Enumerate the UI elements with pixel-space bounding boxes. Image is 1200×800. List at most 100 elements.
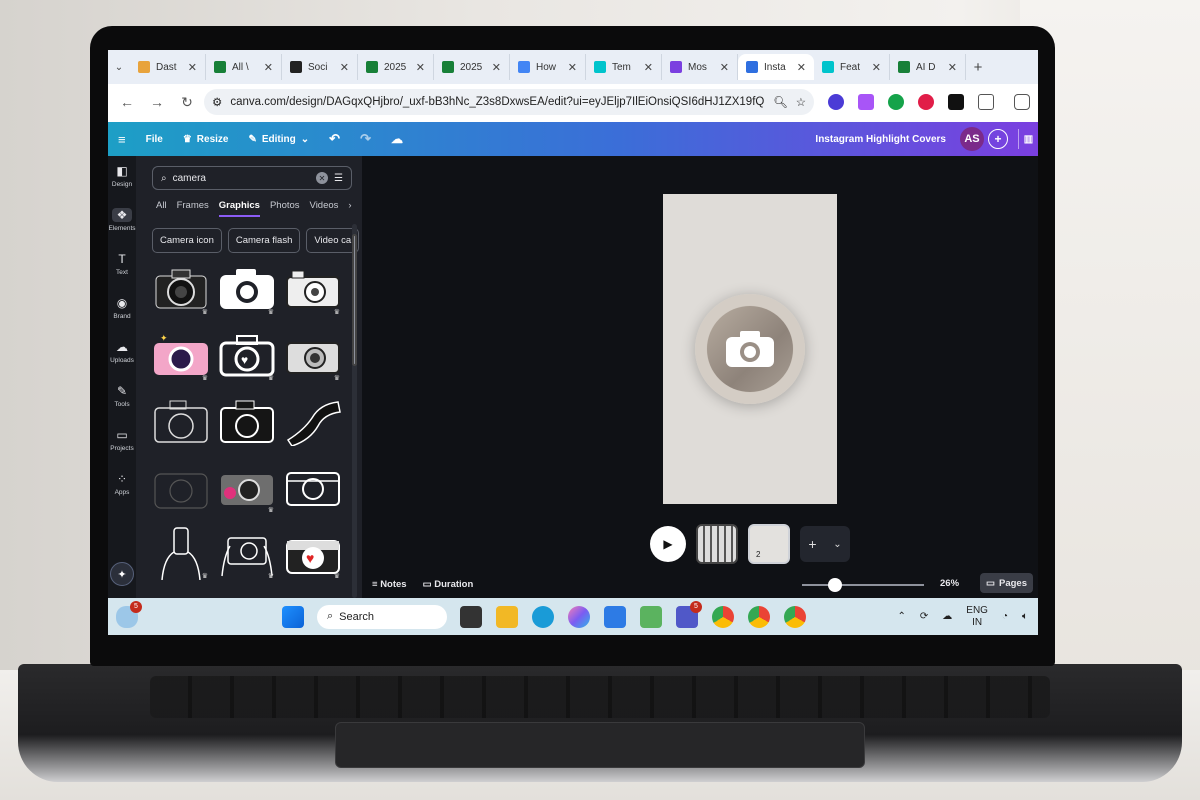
design-page[interactable] [663,194,837,504]
browser-tab[interactable]: Dast ✕ [130,54,206,80]
volume-icon[interactable]: 🔈︎ [1022,611,1028,622]
scrollbar-thumb[interactable] [352,234,357,366]
filter-sliders-icon[interactable]: ☰ [334,173,343,184]
graphic-film-strip[interactable] [282,394,344,448]
add-page-button[interactable]: + ⌄ [800,526,850,562]
graphic-sketch-camera[interactable]: ♛ [282,262,344,316]
graphic-dslr-camera[interactable]: ♛ [150,262,212,316]
highlight-cover-photo[interactable] [707,306,793,392]
graphic-heart-camera[interactable]: ♥ ♛ [216,328,278,382]
extension-pen-icon[interactable] [858,94,874,110]
chevron-up-icon[interactable]: ⌃ [898,611,906,622]
zoom-magnifier-icon[interactable]: 🔍︎ [773,95,788,109]
magic-sparkle-icon[interactable]: ✦ [110,562,134,586]
design-title[interactable]: Instagram Highlight Covers [815,134,946,145]
task-view-icon[interactable] [460,605,482,628]
tab-search-chevron-icon[interactable]: ⌄ [108,56,130,78]
hamburger-menu-icon[interactable]: ≡ [108,132,136,147]
browser-tab[interactable]: AI D ✕ [890,54,966,80]
new-tab-button[interactable]: + [966,59,990,76]
back-arrow-icon[interactable]: ← [114,89,140,115]
pages-view-button[interactable]: ▭ Pages [980,573,1033,593]
graphic-glitter-camera[interactable]: ♛ [216,460,278,514]
onedrive-cloud-icon[interactable]: ☁ [942,611,952,622]
rail-item-tools[interactable]: ✎ Tools [108,384,136,408]
close-tab-icon[interactable]: ✕ [797,61,806,74]
rail-item-elements[interactable]: ❖ Elements [108,208,136,232]
chrome-profile-2-icon[interactable] [784,605,806,628]
resize-button[interactable]: ♛ Resize [173,134,239,145]
edge-browser-icon[interactable] [532,605,554,628]
graphic-hands-camera[interactable]: ♛ [216,526,278,580]
browser-tab[interactable]: Insta ✕ [738,54,814,80]
rail-item-text[interactable]: T Text [108,252,136,276]
file-menu[interactable]: File [136,134,173,145]
browser-tab[interactable]: Tem ✕ [586,54,662,80]
close-tab-icon[interactable]: ✕ [492,61,501,74]
sync-icon[interactable]: ⟳ [920,611,928,622]
extension-icon[interactable] [828,94,844,110]
tab-all[interactable]: All [156,200,167,217]
add-collaborator-icon[interactable]: + [988,129,1008,149]
screenshot-icon[interactable] [1014,94,1030,110]
tab-photos[interactable]: Photos [270,200,300,217]
graphic-line-camera[interactable] [282,460,344,514]
page-thumbnail-1[interactable] [696,524,738,564]
zoom-slider-knob[interactable] [828,578,842,592]
close-tab-icon[interactable]: ✕ [188,61,197,74]
bookmark-star-icon[interactable]: ☆ [796,95,806,109]
site-settings-icon[interactable]: ⚙ [212,95,222,109]
suggestion-chip[interactable]: Camera flash [227,228,301,253]
tab-graphics[interactable]: Graphics [218,200,260,217]
close-tab-icon[interactable]: ✕ [872,61,881,74]
elements-search-input[interactable]: ⌕ camera ✕ ☰ [152,166,352,190]
reload-icon[interactable]: ↻ [174,89,200,115]
notes-button[interactable]: ≡ Notes [372,579,407,590]
chevron-right-icon[interactable]: › [348,200,351,217]
close-tab-icon[interactable]: ✕ [340,61,349,74]
cloud-saved-icon[interactable]: ☁ [381,132,413,146]
close-tab-icon[interactable]: ✕ [948,61,957,74]
browser-tab[interactable]: All \ ✕ [206,54,282,80]
editing-mode-dropdown[interactable]: ✎ Editing ⌄ [238,134,319,145]
page-thumbnail-2[interactable]: 2 [748,524,790,564]
chrome-icon[interactable] [712,605,734,628]
extension-square-icon[interactable] [948,94,964,110]
copilot-icon[interactable] [568,605,590,628]
undo-icon[interactable]: ↶ [319,131,350,147]
browser-tab[interactable]: Feat ✕ [814,54,890,80]
tab-frames[interactable]: Frames [177,200,209,217]
graphic-black-camera[interactable] [216,394,278,448]
close-tab-icon[interactable]: ✕ [644,61,653,74]
graphic-white-camera[interactable]: ♛ [216,262,278,316]
browser-tab[interactable]: How ✕ [510,54,586,80]
browser-tab[interactable]: 2025 ✕ [434,54,510,80]
zoom-level[interactable]: 26% [940,578,959,589]
tab-videos[interactable]: Videos [310,200,339,217]
microsoft-store-icon[interactable] [604,605,626,628]
close-tab-icon[interactable]: ✕ [568,61,577,74]
rail-item-brand[interactable]: ◉ Brand [108,296,136,320]
record-icon[interactable] [918,94,934,110]
weather-cloud-icon[interactable]: 5 [116,600,142,628]
address-bar[interactable]: ⚙ canva.com/design/DAGqxQHjbro/_uxf-bB3h… [204,89,814,115]
panel-scrollbar[interactable] [352,224,357,598]
highlight-cover-ring[interactable] [695,294,805,404]
graphic-pink-camera[interactable]: ✦ ♛ [150,328,212,382]
windows-start-icon[interactable] [282,605,304,628]
puzzle-extensions-icon[interactable] [978,94,994,110]
browser-tab[interactable]: Mos ✕ [662,54,738,80]
graphic-outline-camera[interactable] [150,394,212,448]
rail-item-projects[interactable]: ▭ Projects [108,428,136,452]
browser-tab[interactable]: 2025 ✕ [358,54,434,80]
teams-icon[interactable]: 5 [676,600,702,628]
forward-arrow-icon[interactable]: → [144,89,170,115]
taskbar-search-input[interactable]: ⌕ Search [317,604,447,629]
close-tab-icon[interactable]: ✕ [720,61,729,74]
graphic-red-heart-camera[interactable]: ♥ ♛ [282,526,344,580]
duration-button[interactable]: ▭ Duration [423,579,474,590]
wifi-icon[interactable]: ◔ [1002,611,1008,622]
rail-item-uploads[interactable]: ☁ Uploads [108,340,136,364]
chrome-profile-icon[interactable] [748,605,770,628]
play-icon[interactable]: ▶ [650,526,686,562]
